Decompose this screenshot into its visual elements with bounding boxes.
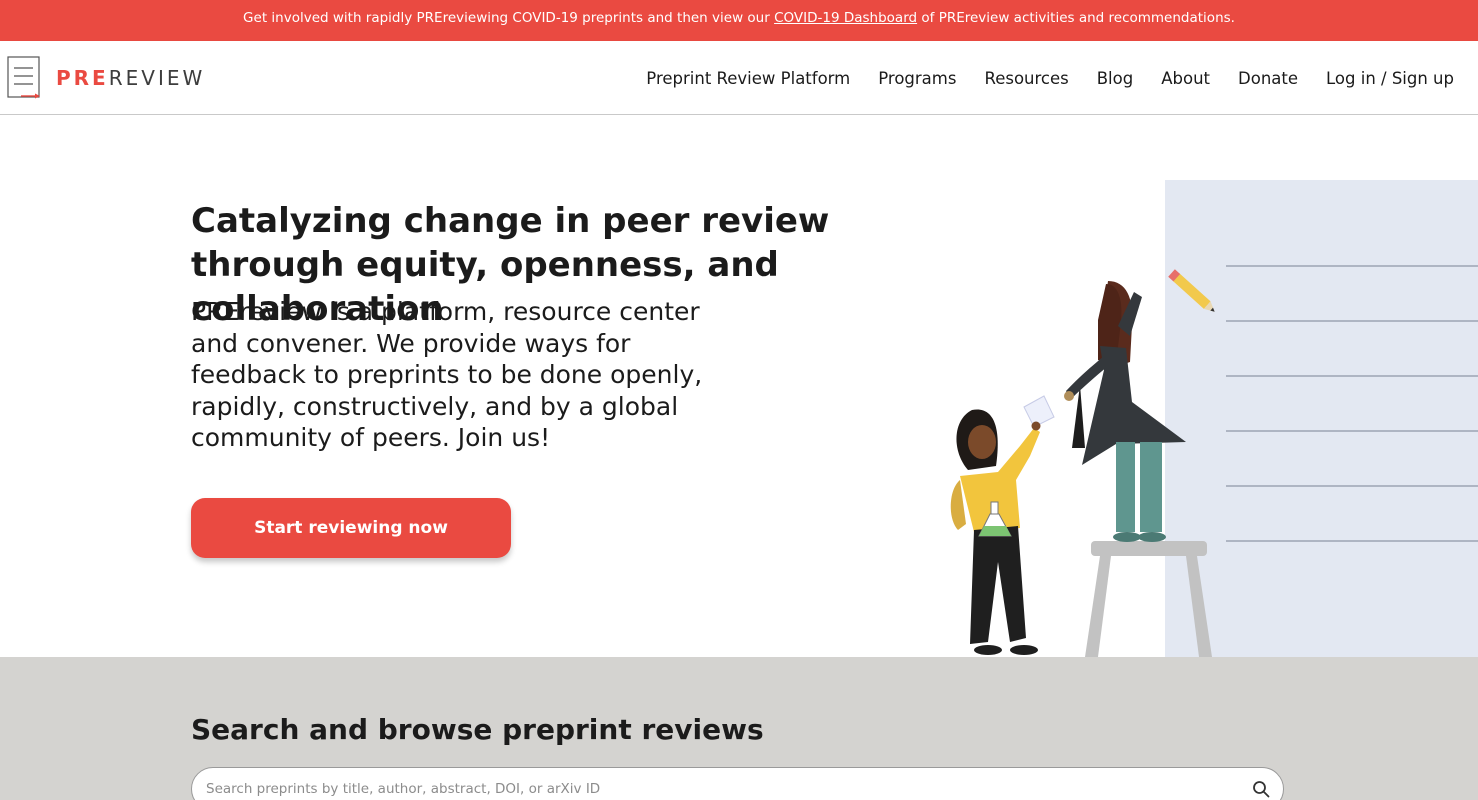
nav-login-signup[interactable]: Log in / Sign up: [1326, 69, 1454, 88]
search-section: Search and browse preprint reviews: [0, 657, 1478, 800]
announcement-banner: Get involved with rapidly PREreviewing C…: [0, 0, 1478, 41]
search-box: [191, 767, 1284, 800]
logo-mark-icon: [7, 56, 43, 100]
nav-resources[interactable]: Resources: [984, 69, 1068, 88]
search-input[interactable]: [206, 768, 1226, 800]
paper-sheet: [1023, 395, 1055, 428]
logo-pre-text: PRE: [56, 66, 109, 90]
nav-programs[interactable]: Programs: [878, 69, 956, 88]
search-heading: Search and browse preprint reviews: [191, 713, 764, 746]
hero-description: PREreview is a platform, resource center…: [191, 297, 703, 452]
girl-with-flask: [950, 409, 1041, 655]
logo-review-text: REVIEW: [108, 66, 206, 90]
nav-blog[interactable]: Blog: [1097, 69, 1133, 88]
top-navbar: PREREVIEW Preprint Review Platform Progr…: [0, 41, 1478, 115]
nav-about[interactable]: About: [1161, 69, 1210, 88]
nav-donate[interactable]: Donate: [1238, 69, 1298, 88]
covid-dashboard-link[interactable]: COVID-19 Dashboard: [774, 10, 917, 26]
hero-section: Catalyzing change in peer review through…: [0, 115, 1478, 657]
nav-preprint-review-platform[interactable]: Preprint Review Platform: [646, 69, 850, 88]
start-reviewing-button[interactable]: Start reviewing now: [191, 498, 511, 558]
prereview-logo[interactable]: PREREVIEW: [7, 56, 205, 100]
banner-text-after: of PREreview activities and recommendati…: [917, 10, 1235, 26]
banner-text-before: Get involved with rapidly PREreviewing C…: [243, 10, 775, 26]
logo-wordmark: PREREVIEW: [56, 68, 205, 88]
search-icon[interactable]: [1252, 780, 1270, 800]
hero-illustration: [940, 180, 1478, 661]
whiteboard: [1165, 180, 1478, 657]
main-nav: Preprint Review Platform Programs Resour…: [618, 41, 1454, 115]
